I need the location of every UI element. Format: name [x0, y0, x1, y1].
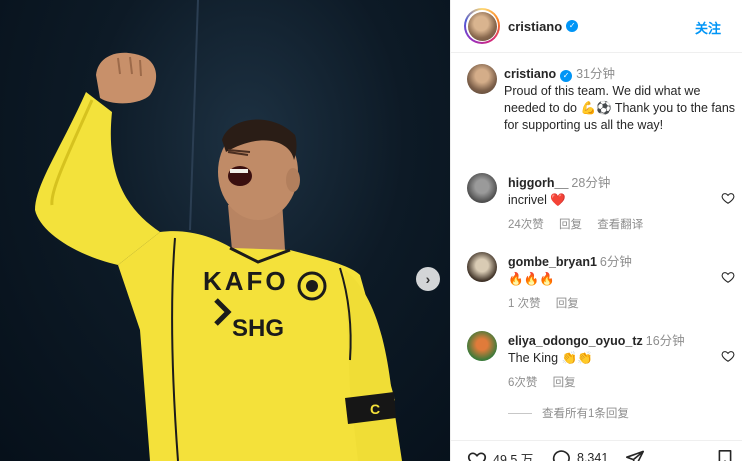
comment-text: The King 👏👏	[508, 351, 593, 365]
comment-likes[interactable]: 24次赞	[508, 219, 544, 231]
reply-button[interactable]: 回复	[553, 377, 576, 389]
post-details-panel: cristiano ✓ 关注 cristiano ✓ 31分钟 Proud of t…	[450, 0, 742, 461]
comment-time: 6分钟	[599, 255, 632, 269]
verified-badge-icon: ✓	[566, 20, 579, 32]
comment-likes[interactable]: 6次赞	[508, 377, 537, 389]
comment-icon[interactable]	[551, 449, 571, 461]
commenter-avatar[interactable]	[467, 331, 497, 361]
like-comment-heart-icon[interactable]	[721, 349, 735, 363]
likes-count: 49.5 万	[493, 453, 534, 461]
caption-time: 31分钟	[576, 67, 616, 81]
post-photo[interactable]: KAFO SHG C ›	[0, 0, 450, 461]
share-icon[interactable]	[625, 449, 645, 461]
translate-button[interactable]: 查看翻译	[597, 219, 643, 231]
follow-button[interactable]: 关注	[695, 18, 721, 37]
post-header: cristiano ✓ 关注	[451, 0, 742, 53]
player-celebration-image: KAFO SHG C	[35, 0, 402, 461]
author-username[interactable]: cristiano	[508, 19, 562, 34]
view-replies-label: 查看所有1条回复	[542, 408, 629, 420]
caption-text: Proud of this team. We did what we neede…	[504, 84, 736, 132]
like-post[interactable]: 49.5 万	[467, 449, 533, 461]
like-comment-heart-icon[interactable]	[721, 270, 735, 284]
divider	[508, 412, 532, 414]
armband-letter: C	[370, 401, 380, 417]
reply-button[interactable]: 回复	[556, 298, 579, 310]
heart-icon[interactable]	[467, 450, 487, 461]
like-comment-heart-icon[interactable]	[721, 191, 735, 205]
post-actions-bar: 49.5 万 8,341	[451, 440, 742, 461]
jersey-sponsor-2: SHG	[232, 315, 284, 342]
comment-post[interactable]: 8,341	[551, 449, 608, 461]
comments-count: 8,341	[577, 451, 609, 461]
commenter-avatar[interactable]	[467, 173, 497, 203]
bookmark-icon[interactable]	[717, 449, 733, 461]
comment-likes[interactable]: 1 次赞	[508, 298, 541, 310]
author-avatar[interactable]	[464, 8, 500, 44]
share-post[interactable]	[625, 449, 651, 461]
next-image-button[interactable]: ›	[416, 267, 440, 291]
comment-text: incrivel ❤️	[508, 193, 566, 207]
jersey-sponsor-1: KAFO	[203, 266, 289, 296]
comment-text: 🔥🔥🔥	[508, 272, 555, 286]
save-post[interactable]	[717, 449, 739, 461]
verified-badge-icon: ✓	[560, 70, 573, 82]
caption-username[interactable]: cristiano	[504, 67, 556, 81]
comment-time: 28分钟	[571, 176, 611, 190]
commenter-username[interactable]: eliya_odongo_oyuo_tz	[508, 334, 643, 348]
commenter-avatar[interactable]	[467, 252, 497, 282]
comment-time: 16分钟	[645, 334, 685, 348]
view-replies-button[interactable]: 查看所有1条回复	[508, 405, 629, 421]
commenter-username[interactable]: gombe_bryan1	[508, 255, 597, 269]
commenter-username[interactable]: higgorh__	[508, 176, 568, 190]
caption-avatar[interactable]	[467, 64, 497, 94]
reply-button[interactable]: 回复	[559, 219, 582, 231]
